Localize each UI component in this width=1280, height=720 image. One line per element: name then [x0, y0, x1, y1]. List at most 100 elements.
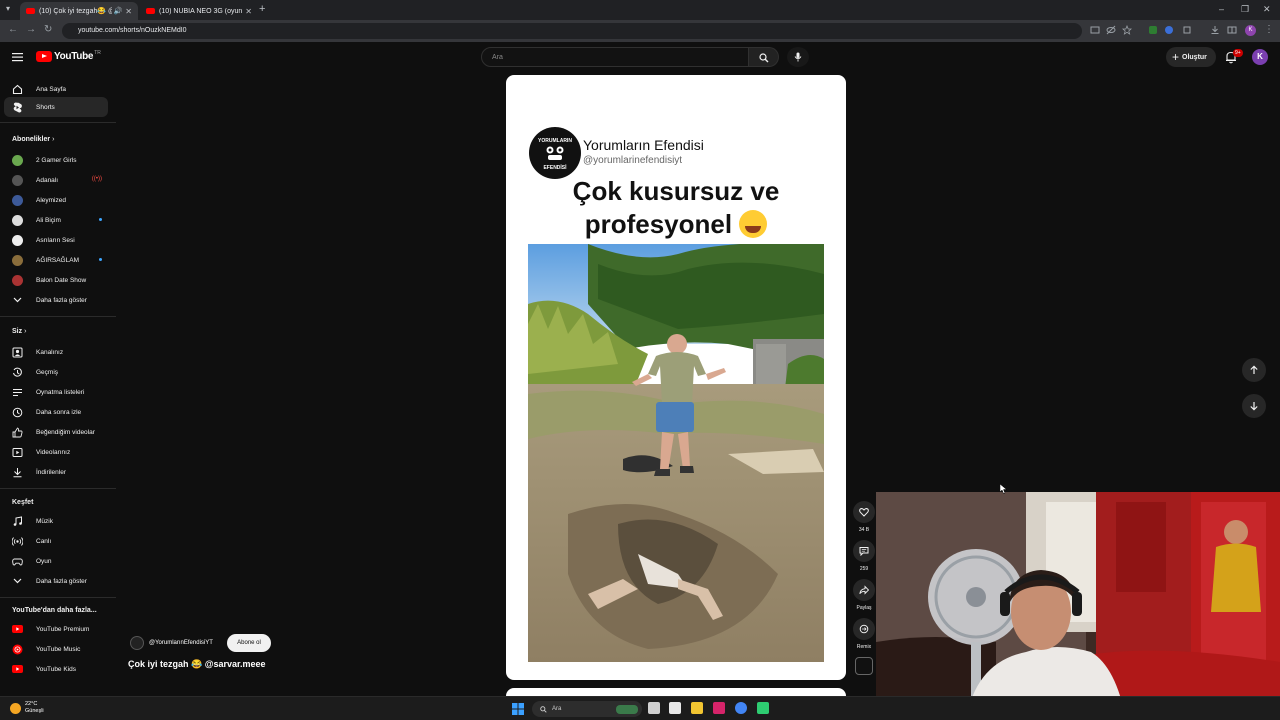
search-icon: [759, 53, 769, 63]
video-caption-text: Çok kusursuz ve profesyonel: [572, 176, 780, 239]
voice-search-button[interactable]: [787, 47, 809, 67]
bookmark-star-icon[interactable]: [1122, 25, 1132, 35]
file-explorer-icon[interactable]: [691, 702, 703, 714]
speaker-icon[interactable]: 🔊: [114, 7, 123, 15]
gamepad-icon: [12, 556, 23, 567]
search-button[interactable]: [749, 47, 779, 67]
sidebar-divider: [0, 597, 116, 598]
back-icon[interactable]: ←: [8, 24, 18, 35]
widgets-icon[interactable]: [669, 702, 681, 714]
taskbar-search[interactable]: Ara: [532, 701, 642, 717]
sidebar-item-label: Asrıların Sesi: [36, 236, 75, 244]
sidebar-divider: [0, 316, 116, 317]
clock-icon: [12, 407, 23, 418]
search-input[interactable]: [490, 52, 730, 63]
app-icon[interactable]: [713, 702, 725, 714]
more-from-youtube-heading: YouTube'dan daha fazla...: [12, 607, 97, 614]
sound-thumbnail[interactable]: [855, 657, 873, 675]
channel-icon: [12, 347, 23, 358]
overlay-channel[interactable]: @YorumlarınEfendisiYT: [130, 636, 213, 650]
reload-icon[interactable]: ↻: [44, 24, 52, 35]
laughing-emoji-icon: [739, 210, 768, 238]
you-heading[interactable]: Siz ›: [12, 328, 26, 335]
sidebar-item-your-videos[interactable]: Videolarınız: [4, 442, 108, 462]
temperature: 22°C: [25, 701, 38, 707]
sidebar-item-watch-later[interactable]: Daha sonra izle: [4, 402, 108, 422]
remix-button[interactable]: [853, 618, 875, 640]
subscribe-button[interactable]: Abone ol: [227, 634, 271, 652]
sidebar-subscription[interactable]: Aleymized: [4, 190, 108, 210]
sidebar-item-downloads[interactable]: İndirilenler: [4, 462, 108, 482]
sidebar-item-home[interactable]: Ana Sayfa: [4, 79, 108, 99]
like-button[interactable]: [853, 501, 875, 523]
arrow-up-icon: [1250, 365, 1258, 374]
channel-avatar: [12, 154, 23, 166]
puzzle-icon[interactable]: [1182, 25, 1192, 35]
sidebar-item-label: Ali Biçim: [36, 216, 61, 224]
sidebar-item-youtube-music[interactable]: YouTube Music: [4, 639, 108, 659]
sidebar-show-more[interactable]: Daha fazla göster: [4, 290, 108, 310]
search-icon: [540, 705, 547, 713]
create-button[interactable]: + Oluştur: [1166, 47, 1216, 67]
share-button[interactable]: [853, 579, 875, 601]
extension-icon[interactable]: [1148, 25, 1158, 35]
sidebar-item-history[interactable]: Geçmiş: [4, 362, 108, 382]
weather-widget[interactable]: 22°C Güneşli: [25, 701, 44, 715]
window-close-icon[interactable]: ✕: [1263, 4, 1271, 15]
next-short-button[interactable]: [1242, 394, 1266, 418]
chevron-down-icon: [12, 295, 23, 306]
weather-sun-icon[interactable]: [10, 703, 21, 714]
sidebar-subscription[interactable]: 2 Gamer Girls: [4, 150, 108, 170]
youtube-logo[interactable]: YouTube TR: [36, 50, 101, 62]
sidebar-subscription[interactable]: Ali Biçim: [4, 210, 108, 230]
sidebar-item-youtube-premium[interactable]: YouTube Premium: [4, 619, 108, 639]
previous-short-button[interactable]: [1242, 358, 1266, 382]
sidebar-item-music[interactable]: Müzik: [4, 511, 108, 531]
minimize-icon[interactable]: –: [1219, 4, 1224, 14]
close-tab-icon[interactable]: ✕: [245, 7, 252, 16]
browser-tab-active[interactable]: (10) Çok iyi tezgah😂 @sa 🔊 ✕: [20, 2, 138, 20]
extension-icon[interactable]: [1164, 25, 1174, 35]
windows-start-icon[interactable]: [512, 703, 524, 715]
download-icon[interactable]: [1210, 25, 1220, 35]
account-avatar[interactable]: K: [1252, 49, 1268, 65]
cast-icon[interactable]: [1090, 25, 1100, 35]
new-content-dot: [99, 218, 102, 221]
sidebar-item-live[interactable]: Canlı: [4, 531, 108, 551]
split-screen-icon[interactable]: [1227, 25, 1237, 35]
forward-icon[interactable]: →: [26, 24, 36, 35]
new-tab-icon[interactable]: +: [259, 3, 265, 15]
sidebar-item-youtube-kids[interactable]: YouTube Kids: [4, 659, 108, 679]
sidebar-item-your-channel[interactable]: Kanalınız: [4, 342, 108, 362]
browser-tab[interactable]: (10) NUBIA NEO 3G (oyuncu te ✕: [140, 2, 258, 20]
eye-off-icon[interactable]: [1106, 25, 1116, 35]
address-bar[interactable]: [62, 23, 1082, 39]
channel-avatar: [12, 254, 23, 266]
sidebar-show-more[interactable]: Daha fazla göster: [4, 571, 108, 591]
sidebar-item-liked-videos[interactable]: Beğendiğim videolar: [4, 422, 108, 442]
short-video-player[interactable]: YORUMLARIN EFENDİSİ Yorumların Efendisi …: [506, 75, 846, 680]
sidebar-subscription[interactable]: Asrıların Sesi: [4, 230, 108, 250]
sidebar-item-shorts[interactable]: Shorts: [4, 97, 108, 117]
close-tab-icon[interactable]: ✕: [125, 7, 132, 16]
subscriptions-heading[interactable]: Abonelikler ›: [12, 136, 54, 143]
menu-dots-icon[interactable]: ⋮: [1264, 24, 1274, 35]
maximize-icon[interactable]: ❐: [1241, 4, 1249, 15]
tab-search-icon[interactable]: ▾: [6, 4, 10, 13]
task-view-icon[interactable]: [648, 702, 660, 714]
browser-profile-avatar[interactable]: K: [1245, 25, 1256, 36]
chrome-icon[interactable]: [735, 702, 747, 714]
sidebar-item-gaming[interactable]: Oyun: [4, 551, 108, 571]
video-icon: [12, 447, 23, 458]
sidebar-subscription[interactable]: Adanalı ((•)): [4, 170, 108, 190]
hamburger-menu-icon[interactable]: [12, 52, 23, 62]
search-highlight-icon: [616, 704, 638, 714]
comment-button[interactable]: [853, 540, 875, 562]
plus-icon: +: [1172, 50, 1180, 64]
browser-toolbar: ← → ↻ youtube.com/shorts/nOuzkNEMdI0 K ⋮: [0, 20, 1280, 42]
sidebar-subscription[interactable]: AĞIRSAĞLAM: [4, 250, 108, 270]
sidebar-subscription[interactable]: Balon Date Show: [4, 270, 108, 290]
comment-icon: [859, 547, 869, 556]
sidebar-item-playlists[interactable]: Oynatma listeleri: [4, 382, 108, 402]
app-icon[interactable]: [757, 702, 769, 714]
